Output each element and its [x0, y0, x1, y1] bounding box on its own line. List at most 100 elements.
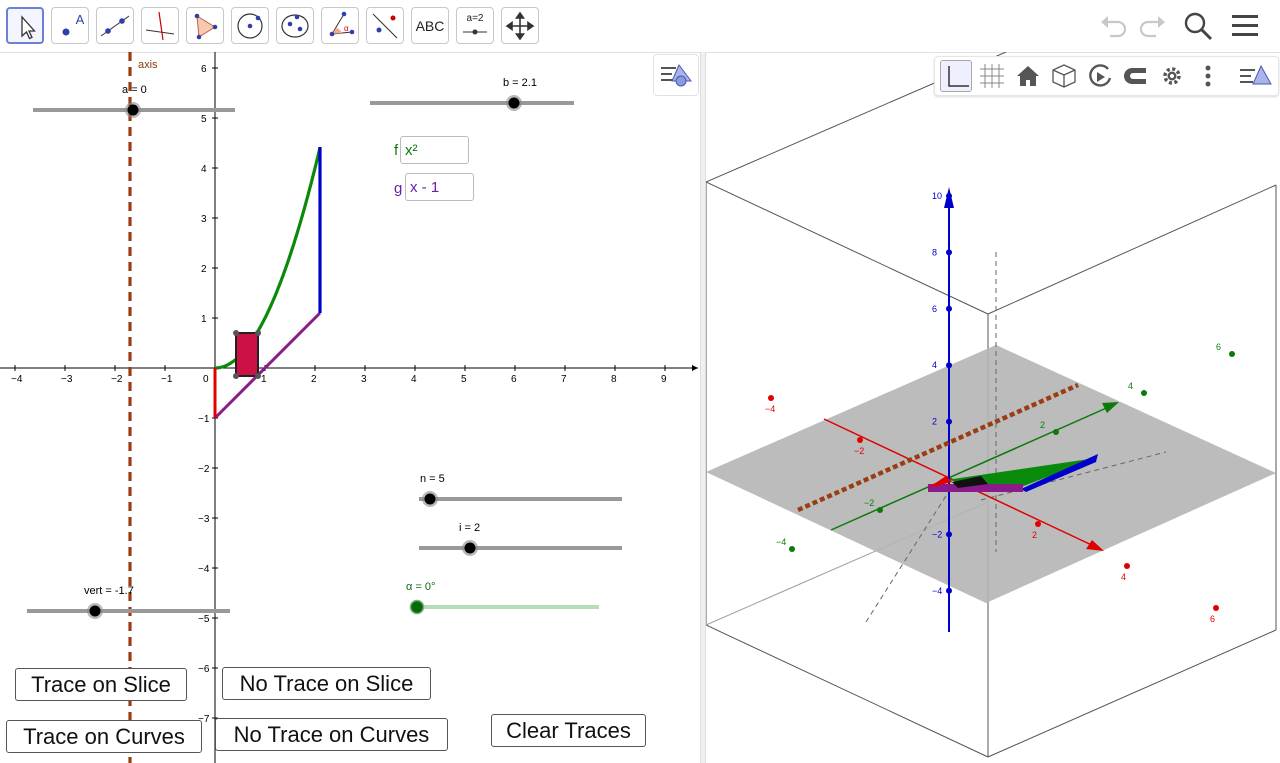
rotate-view-button[interactable]: [1084, 60, 1116, 92]
more-options-button[interactable]: [1192, 60, 1224, 92]
angle-tool-button[interactable]: α: [321, 7, 359, 44]
x-3d-tick: [857, 437, 863, 443]
y-3d-tick-label: −4: [776, 537, 786, 547]
y-tick-label: 4: [201, 164, 207, 175]
rotate-icon: [1089, 64, 1112, 87]
y-3d-tick: [1141, 390, 1147, 396]
slider-alpha[interactable]: [409, 599, 600, 615]
y-tick-label: −4: [198, 564, 210, 575]
g-input[interactable]: x - 1: [405, 173, 474, 201]
slider-b[interactable]: [370, 95, 574, 111]
style-bar-toggle-2d[interactable]: [653, 54, 699, 96]
style-bar-toggle-3d[interactable]: [1235, 60, 1277, 92]
slice-vertex[interactable]: [255, 330, 261, 336]
clear-traces-button[interactable]: Clear Traces: [491, 714, 646, 747]
conic-tool-button[interactable]: [276, 7, 314, 44]
move-arrows-icon: [505, 11, 535, 41]
redo-icon[interactable]: [1136, 12, 1168, 40]
z-tick-label: 8: [932, 247, 937, 257]
z-tick: [946, 362, 952, 369]
search-icon[interactable]: [1182, 10, 1214, 42]
point-tool-button[interactable]: A: [51, 7, 89, 44]
slice-vertex[interactable]: [233, 330, 239, 336]
x-3d-tick-label: 2: [1032, 530, 1037, 540]
y-tick-label: 6: [201, 64, 207, 75]
view-3d-toolbar: [934, 56, 1279, 96]
slider-n-label: n = 5: [420, 473, 445, 485]
cube-view-button[interactable]: [1048, 60, 1080, 92]
x-tick-label: 5: [461, 374, 467, 385]
y-3d-tick: [1053, 429, 1059, 435]
slider-i-label: i = 2: [459, 522, 481, 534]
more-icon: [1205, 65, 1211, 87]
graphics-3d-canvas[interactable]: 10 8 6 4 2 −2 −4 −4 −2 2 4 6 −4 −2 2 4 6: [706, 52, 1280, 763]
home-button[interactable]: [1012, 60, 1044, 92]
move-tool-button[interactable]: [6, 7, 44, 44]
g-input-value: x - 1: [410, 178, 440, 196]
slice-vertex[interactable]: [233, 373, 239, 379]
home-icon: [1017, 66, 1039, 86]
style-bar-icon: [661, 64, 692, 87]
y-tick-label: 5: [201, 114, 207, 125]
projection-button[interactable]: [1120, 60, 1152, 92]
slider-vert-label: vert = -1.7: [84, 585, 134, 597]
y-tick-label: 2: [201, 264, 207, 275]
slider-b-label: b = 2.1: [503, 77, 537, 89]
no-trace-on-slice-button[interactable]: No Trace on Slice: [222, 667, 431, 700]
undo-icon[interactable]: [1098, 12, 1130, 40]
slider-a-label: a = 0: [122, 84, 147, 96]
main-toolbar: A α ABC a=2: [0, 0, 1280, 53]
toggle-grid-button[interactable]: [976, 60, 1008, 92]
z-tick: [946, 249, 952, 256]
slider-i[interactable]: [419, 540, 622, 556]
view-settings-button[interactable]: [1156, 60, 1188, 92]
y-3d-tick-label: 6: [1216, 342, 1221, 352]
y-tick-label: 1: [201, 314, 207, 325]
x-tick-label: 6: [511, 374, 517, 385]
x-tick-label: 7: [561, 374, 567, 385]
x-tick-label: 3: [361, 374, 367, 385]
trace-on-curves-button[interactable]: Trace on Curves: [6, 720, 202, 753]
x-tick-label: 4: [411, 374, 417, 385]
text-tool-button[interactable]: ABC: [411, 7, 449, 44]
axis-label: axis: [138, 59, 158, 71]
circle-tool-button[interactable]: [231, 7, 269, 44]
toggle-axes-button[interactable]: [940, 60, 972, 92]
text-tool-label: ABC: [415, 17, 445, 34]
slider-tool-button[interactable]: a=2: [456, 7, 494, 44]
z-tick-label: 2: [932, 417, 937, 427]
x-tick-label: −1: [161, 374, 173, 385]
slider-n[interactable]: [419, 491, 622, 507]
perpendicular-line-tool-button[interactable]: [141, 7, 179, 44]
perpendicular-line-icon: [145, 11, 175, 41]
x-tick-label: −3: [61, 374, 73, 385]
z-tick: [946, 193, 952, 199]
z-tick-label: −2: [932, 529, 942, 539]
f-input[interactable]: x²: [400, 136, 469, 164]
graphics-2d-canvas[interactable]: −4 −3 −2 −1 0 1 2 3 4 5 6 7 8 9 123456−1−2−3−4−5−6−7 …: [0, 52, 700, 763]
f-curve[interactable]: [214, 147, 322, 370]
g-curve[interactable]: [213, 311, 322, 420]
graphics-view-2d[interactable]: −4 −3 −2 −1 0 1 2 3 4 5 6 7 8 9 1 2 3 4 5 6 −1 −2 −3 −4 −5 −6 −7 …: [0, 52, 700, 763]
y-3d-tick: [877, 507, 883, 513]
trace-on-slice-button[interactable]: Trace on Slice: [15, 668, 187, 701]
line-tool-button[interactable]: [96, 7, 134, 44]
x-tick-label: 9: [661, 374, 667, 385]
z-tick: [946, 305, 952, 312]
g-label: g: [394, 180, 403, 197]
z-tick: [946, 418, 952, 425]
x-3d-tick-label: 4: [1121, 572, 1126, 582]
y-tick-label: −6: [198, 664, 210, 675]
y-3d-tick: [1229, 351, 1235, 357]
slice-rectangle[interactable]: [235, 332, 259, 377]
menu-icon[interactable]: [1230, 12, 1262, 40]
x-tick-label: 0: [203, 374, 209, 385]
no-trace-on-curves-button[interactable]: No Trace on Curves: [215, 718, 448, 751]
reflect-tool-button[interactable]: [366, 7, 404, 44]
cube-view-icon: [1052, 64, 1076, 88]
graphics-view-3d[interactable]: 10 8 6 4 2 −2 −4 −4 −2 2 4 6 −4 −2 2 4 6: [706, 52, 1280, 763]
move-view-tool-button[interactable]: [501, 7, 539, 44]
slice-vertex[interactable]: [255, 373, 261, 379]
style-bar-icon: [1240, 64, 1272, 85]
polygon-tool-button[interactable]: [186, 7, 224, 44]
